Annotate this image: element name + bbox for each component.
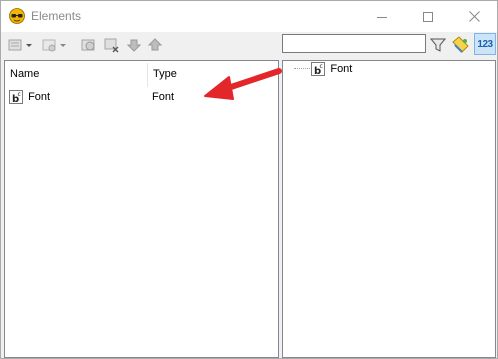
add-child-button[interactable] (41, 36, 69, 56)
elements-window: Elements 123 Name Type b c Font Font b c… (0, 0, 498, 359)
font-element-icon: b c (311, 62, 325, 77)
edit-element-icon (80, 37, 98, 56)
search-input[interactable] (282, 34, 426, 53)
add-element-icon (7, 37, 35, 56)
delete-element-icon (103, 37, 121, 56)
numeric-label: 123 (477, 38, 493, 50)
clear-filter-button[interactable] (451, 35, 471, 57)
column-header-name[interactable]: Name (5, 61, 147, 88)
row-type-label: Font (152, 91, 175, 103)
row-name-label: Font (28, 91, 51, 103)
font-element-icon: b c (9, 90, 23, 105)
sort-numeric-icon: 123 (477, 38, 493, 50)
add-child-icon (41, 37, 69, 56)
maximize-icon (423, 11, 433, 22)
window-title: Elements (31, 9, 82, 23)
add-element-button[interactable] (7, 36, 35, 56)
title-bar[interactable]: Elements (1, 1, 497, 32)
move-down-icon (126, 38, 142, 55)
close-icon (468, 11, 480, 22)
move-down-button[interactable] (125, 36, 143, 56)
annotation-arrow-icon (204, 68, 282, 100)
row-name-cell: b c Font (9, 90, 51, 105)
elements-tree[interactable]: b c Font (282, 60, 496, 358)
move-up-button[interactable] (146, 36, 164, 56)
filter-icon (429, 37, 447, 56)
sort-numeric-button[interactable]: 123 (474, 33, 496, 55)
tree-node-label: Font (330, 63, 353, 75)
move-up-icon (147, 37, 163, 55)
delete-element-button[interactable] (102, 36, 122, 56)
tree-node: b c Font (311, 61, 352, 77)
tree-connector (294, 68, 310, 69)
edit-element-button[interactable] (79, 36, 99, 56)
minimize-icon (377, 12, 387, 22)
minimize-button[interactable] (359, 1, 405, 32)
svg-text:c: c (320, 63, 323, 70)
app-logo-icon (9, 8, 25, 24)
maximize-button[interactable] (405, 1, 451, 32)
close-button[interactable] (451, 1, 497, 32)
clear-filter-icon (451, 35, 471, 57)
tree-item[interactable]: b c Font (283, 61, 495, 77)
filter-button[interactable] (429, 36, 447, 56)
svg-text:c: c (18, 91, 21, 98)
